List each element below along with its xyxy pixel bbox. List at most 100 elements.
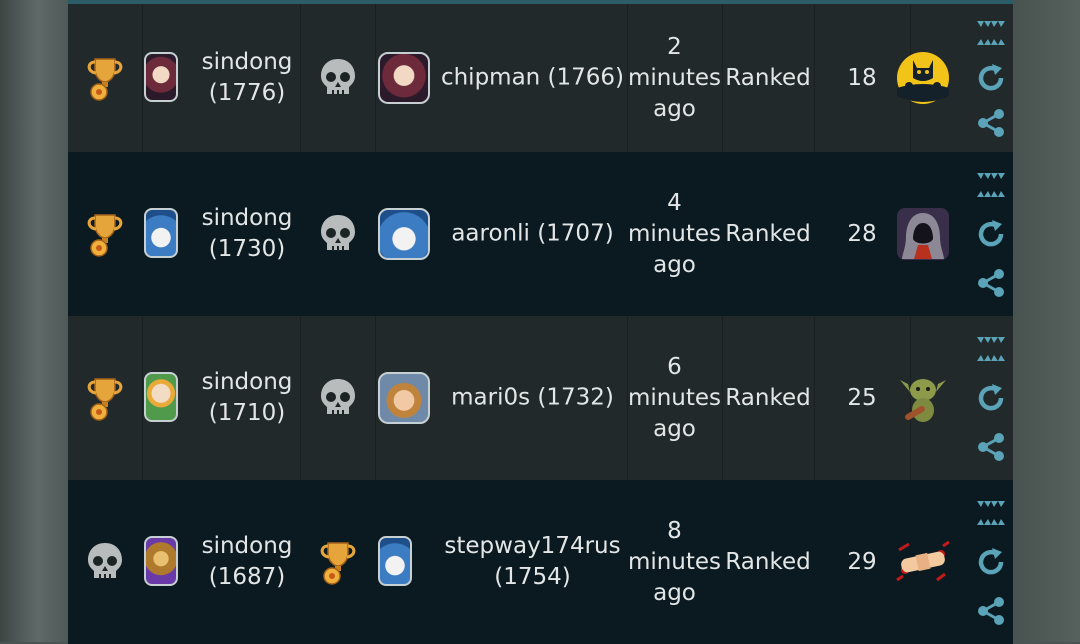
map-cell [878, 152, 968, 316]
player1-name[interactable]: sindong [194, 203, 300, 234]
share-icon[interactable] [975, 595, 1007, 627]
time-unit: minutes [627, 384, 722, 411]
time-cell: 8 minutes ago [627, 480, 722, 644]
player1-result-cell [68, 4, 143, 152]
share-icon[interactable] [975, 431, 1007, 463]
player2-name[interactable]: aaronli (1707) [438, 219, 627, 250]
map-bandage-icon [896, 540, 950, 582]
time-ago: ago [653, 95, 696, 122]
game-row[interactable]: sindong (1710) mari0s (1732) 6 minutes a… [68, 316, 1013, 480]
actions-cell [968, 480, 1013, 644]
player1-rating: (1730) [208, 236, 286, 262]
mode-cell: Ranked [725, 548, 811, 575]
player2-cell[interactable]: mari0s (1732) [375, 316, 628, 480]
trophy-icon [87, 378, 123, 421]
time-cell: 4 minutes ago [627, 152, 722, 316]
time-cell: 6 minutes ago [627, 316, 723, 480]
refresh-icon[interactable] [975, 546, 1007, 578]
player2-avatar[interactable] [378, 52, 430, 104]
game-row[interactable]: sindong (1730) aaronli (1707) 4 minutes [68, 152, 1013, 316]
player2-rating: (1754) [494, 564, 571, 590]
time-value: 4 [667, 189, 682, 216]
trophy-icon [87, 214, 123, 257]
replay-teeth-icon[interactable] [975, 17, 1007, 49]
player1-name-rating[interactable]: sindong (1710) [194, 367, 300, 429]
refresh-icon[interactable] [975, 62, 1007, 94]
time-unit: minutes [627, 64, 722, 91]
refresh-icon[interactable] [975, 382, 1007, 414]
player2-cell[interactable]: stepway174rus (1754) [375, 480, 627, 644]
map-cat-icon [897, 52, 949, 104]
player1-rating: (1710) [208, 400, 286, 426]
player1-name-rating[interactable]: sindong (1687) [194, 531, 300, 593]
time-value: 8 [667, 517, 682, 544]
share-icon[interactable] [975, 107, 1007, 139]
skull-icon [88, 543, 122, 579]
map-goblin-icon [900, 379, 946, 422]
time-value: 2 [667, 33, 682, 60]
player1-name-rating[interactable]: sindong (1776) [194, 47, 300, 109]
game-row[interactable]: sindong (1776) chipman (1766) 2 minutes [68, 4, 1013, 152]
player2-result-cell [300, 152, 375, 316]
player1-name-rating[interactable]: sindong (1730) [194, 203, 300, 265]
time-ago: ago [653, 415, 696, 442]
player2-name[interactable]: stepway174rus [438, 531, 627, 562]
player2-avatar[interactable] [378, 536, 412, 586]
mode-cell: Ranked [722, 316, 815, 480]
player1-rating: (1776) [208, 80, 286, 106]
player1-cell[interactable]: sindong (1730) [142, 152, 300, 316]
left-background [0, 0, 68, 642]
player1-result-cell [68, 480, 142, 644]
map-cell [878, 480, 968, 644]
player2-avatar[interactable] [378, 372, 430, 424]
map-cell [878, 316, 968, 480]
player2-result-cell [300, 480, 375, 644]
trophy-icon [87, 58, 123, 101]
actions-cell [968, 4, 1013, 152]
player2-result-cell [300, 4, 376, 152]
time-cell: 2 minutes ago [627, 4, 723, 152]
player2-result-cell [300, 316, 376, 480]
player1-cell[interactable]: sindong (1776) [142, 4, 301, 152]
map-cell [878, 4, 968, 152]
game-row[interactable]: sindong (1687) stepway174rus (1754) 8 mi… [68, 480, 1013, 644]
player1-name[interactable]: sindong [194, 47, 300, 78]
trophy-icon [320, 542, 355, 585]
player2-cell[interactable]: chipman (1766) [375, 4, 628, 152]
time-ago: ago [653, 251, 696, 278]
time-unit: minutes [627, 220, 722, 247]
player2-name-rating[interactable]: stepway174rus (1754) [438, 531, 627, 593]
player1-cell[interactable]: sindong (1687) [142, 480, 300, 644]
mode-cell: Ranked [725, 220, 811, 247]
skull-icon [320, 215, 355, 251]
time-unit: minutes [627, 548, 722, 575]
player1-name[interactable]: sindong [194, 531, 300, 562]
mode-cell: Ranked [722, 4, 815, 152]
share-icon[interactable] [975, 267, 1007, 299]
player2-name[interactable]: mari0s (1732) [438, 383, 627, 414]
player2-avatar[interactable] [378, 208, 430, 260]
player1-avatar[interactable] [144, 372, 178, 422]
right-background [1013, 0, 1080, 642]
skull-icon [320, 59, 355, 95]
player1-result-cell [68, 152, 142, 316]
player1-avatar[interactable] [144, 52, 178, 102]
replay-teeth-icon[interactable] [975, 333, 1007, 365]
player1-result-cell [68, 316, 143, 480]
refresh-icon[interactable] [975, 218, 1007, 250]
player1-name[interactable]: sindong [194, 367, 300, 398]
player1-avatar[interactable] [144, 208, 178, 258]
replay-teeth-icon[interactable] [975, 169, 1007, 201]
time-ago: ago [653, 579, 696, 606]
player1-avatar[interactable] [144, 536, 178, 586]
player1-cell[interactable]: sindong (1710) [142, 316, 301, 480]
player2-cell[interactable]: aaronli (1707) [375, 152, 627, 316]
player2-name[interactable]: chipman (1766) [438, 63, 627, 94]
time-value: 6 [667, 353, 682, 380]
player1-rating: (1687) [208, 564, 286, 590]
actions-cell [968, 152, 1013, 316]
map-hooded-icon [897, 208, 949, 260]
skull-icon [320, 379, 355, 415]
actions-cell [968, 316, 1013, 480]
replay-teeth-icon[interactable] [975, 497, 1007, 529]
